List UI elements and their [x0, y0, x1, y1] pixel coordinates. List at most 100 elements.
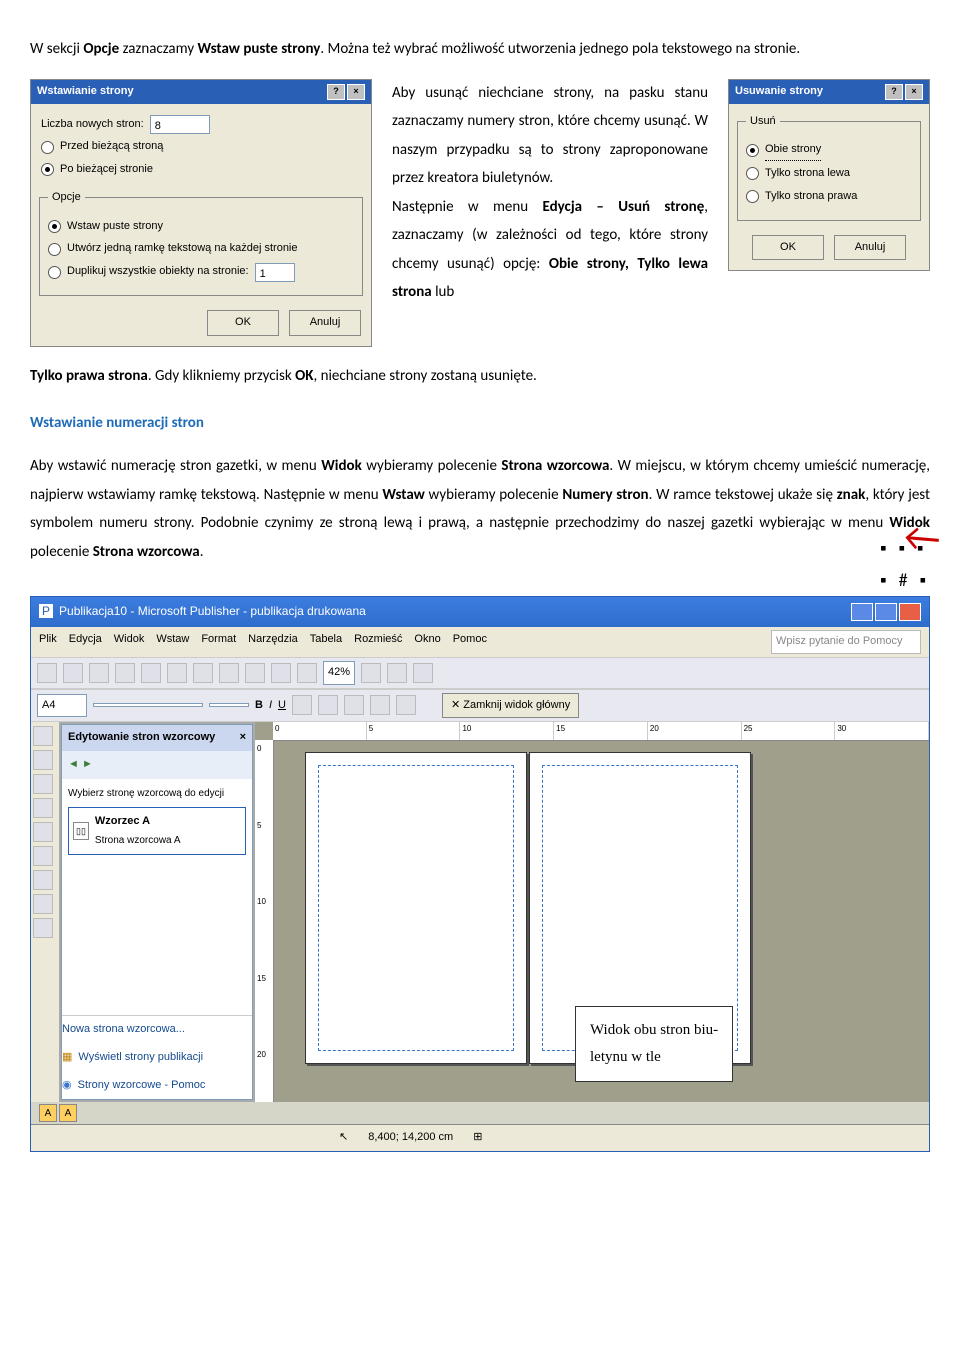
table-icon[interactable] [33, 774, 53, 794]
picture-icon[interactable] [33, 822, 53, 842]
textbox-icon[interactable] [33, 750, 53, 770]
numbering-icon[interactable] [396, 695, 416, 715]
item-title: Wzorzec A [95, 812, 181, 832]
radio-label: Przed bieżącą stroną [60, 137, 163, 157]
close-icon[interactable]: × [347, 84, 365, 100]
zoom-in-icon[interactable] [387, 663, 407, 683]
cancel-button[interactable]: Anuluj [834, 235, 906, 261]
close-icon[interactable]: × [905, 84, 923, 100]
menu-widok[interactable]: Widok [114, 630, 145, 654]
menubar: Plik Edycja Widok Wstaw Format Narzędzia… [31, 627, 929, 657]
align-left-icon[interactable] [292, 695, 312, 715]
master-page-item[interactable]: ▯▯ Wzorzec A Strona wzorcowa A [68, 807, 246, 855]
item-subtitle: Strona wzorcowa A [95, 832, 181, 850]
italic-icon[interactable]: I [269, 696, 272, 716]
radio-frame[interactable] [48, 243, 61, 256]
underline-icon[interactable]: U [278, 696, 286, 716]
radio-after[interactable] [41, 163, 54, 176]
dialog-titlebar: Usuwanie strony ? × [729, 80, 929, 104]
app-icon: P [39, 604, 53, 618]
menu-wstaw[interactable]: Wstaw [156, 630, 189, 654]
menu-edycja[interactable]: Edycja [69, 630, 102, 654]
page-tabs: A A [31, 1102, 929, 1124]
menu-rozmiesc[interactable]: Rozmieść [354, 630, 402, 654]
bullets-icon[interactable] [370, 695, 390, 715]
help-icon[interactable]: ? [885, 84, 903, 100]
zoom-out-icon[interactable] [361, 663, 381, 683]
pane-close-icon[interactable]: × [240, 728, 246, 748]
help-search-input[interactable]: Wpisz pytanie do Pomocy [771, 630, 921, 654]
tick: 30 [835, 722, 929, 740]
font-name-dropdown[interactable] [93, 703, 203, 707]
align-center-icon[interactable] [318, 695, 338, 715]
radio-both[interactable] [746, 144, 759, 157]
tick: 15 [554, 722, 648, 740]
text-bold: Wstaw puste strony [198, 40, 321, 58]
redo-icon[interactable] [245, 663, 265, 683]
cut-icon[interactable] [141, 663, 161, 683]
menu-format[interactable]: Format [201, 630, 236, 654]
menu-plik[interactable]: Plik [39, 630, 57, 654]
legend: Usuń [746, 112, 780, 132]
menu-narzedzia[interactable]: Narzędzia [248, 630, 298, 654]
menu-okno[interactable]: Okno [414, 630, 440, 654]
zoom-input[interactable]: 42% [323, 661, 355, 685]
new-master-link[interactable]: Nowa strona wzorcowa... [62, 1016, 252, 1044]
text: . [200, 543, 204, 561]
left-page[interactable] [305, 752, 527, 1064]
canvas[interactable]: 0 5 10 15 20 25 30 0 5 10 15 20 Widok ob… [255, 722, 929, 1102]
text-bold: Numery stron [562, 486, 648, 504]
copy-icon[interactable] [167, 663, 187, 683]
radio-before[interactable] [41, 141, 54, 154]
autoshapes-icon[interactable] [33, 918, 53, 938]
menu-pomoc[interactable]: Pomoc [453, 630, 487, 654]
cancel-button[interactable]: Anuluj [289, 310, 361, 336]
page-tab-a[interactable]: A [39, 1104, 57, 1122]
close-icon[interactable] [899, 603, 921, 621]
radio-dup[interactable] [48, 266, 61, 279]
align-right-icon[interactable] [344, 695, 364, 715]
open-icon[interactable] [63, 663, 83, 683]
ok-button[interactable]: OK [207, 310, 279, 336]
ok-button[interactable]: OK [752, 235, 824, 261]
radio-right[interactable] [746, 190, 759, 203]
text: lub [435, 283, 454, 301]
pointer-icon[interactable] [33, 726, 53, 746]
help-icon[interactable] [413, 663, 433, 683]
bold-icon[interactable]: B [255, 696, 263, 716]
back-icon[interactable]: ◄ [68, 758, 79, 770]
radio-blank[interactable] [48, 220, 61, 233]
menu-tabela[interactable]: Tabela [310, 630, 342, 654]
columns-icon[interactable] [271, 663, 291, 683]
count-input[interactable]: 8 [150, 115, 210, 134]
forward-icon[interactable]: ► [82, 758, 93, 770]
show-pages-link[interactable]: ▦Wyświetl strony publikacji [62, 1044, 252, 1072]
pages-icon: ▦ [62, 1048, 72, 1068]
undo-icon[interactable] [219, 663, 239, 683]
text-bold: Strona wzorcowa [93, 543, 200, 561]
minimize-icon[interactable] [851, 603, 873, 621]
text-bold: Strona wzorcowa [501, 457, 609, 475]
wordart-icon[interactable] [33, 798, 53, 818]
help-icon[interactable]: ? [327, 84, 345, 100]
print-icon[interactable] [115, 663, 135, 683]
close-master-button[interactable]: ✕ Zamknij widok główny [442, 693, 579, 719]
new-icon[interactable] [37, 663, 57, 683]
paste-icon[interactable] [193, 663, 213, 683]
dup-input[interactable]: 1 [255, 263, 295, 282]
line-icon[interactable] [33, 846, 53, 866]
radio-left[interactable] [746, 167, 759, 180]
oval-icon[interactable] [33, 870, 53, 890]
text-bold: Widok [321, 457, 362, 475]
page-tab-a2[interactable]: A [59, 1104, 77, 1122]
font-size-dropdown[interactable] [209, 703, 249, 707]
font-dropdown[interactable]: A4 [37, 694, 87, 718]
paragraph-icon[interactable] [297, 663, 317, 683]
save-icon[interactable] [89, 663, 109, 683]
maximize-icon[interactable] [875, 603, 897, 621]
tick: 0 [255, 740, 273, 758]
radio-label: Duplikuj wszystkie obiekty na stronie: [67, 262, 249, 282]
help-link[interactable]: ◉Strony wzorcowe - Pomoc [62, 1072, 252, 1100]
rectangle-icon[interactable] [33, 894, 53, 914]
count-label: Liczba nowych stron: [41, 115, 144, 135]
